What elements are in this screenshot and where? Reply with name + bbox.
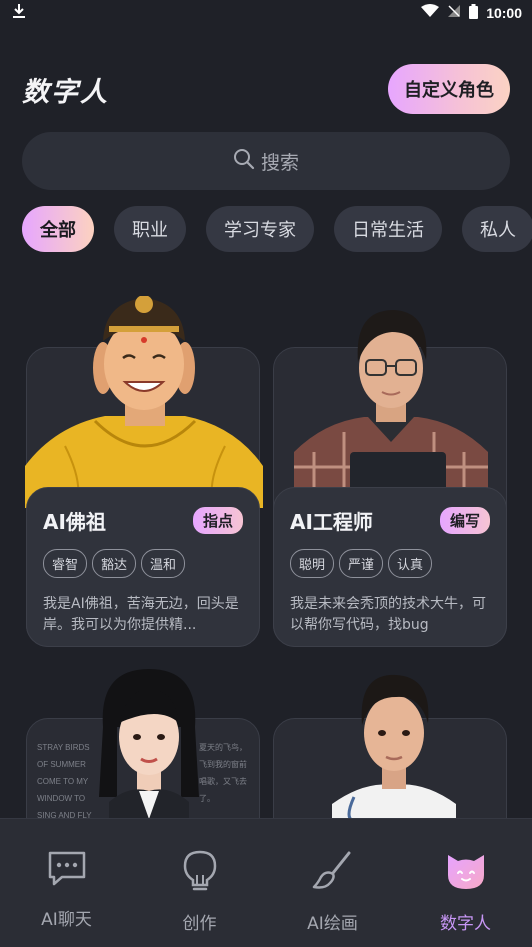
poster-text-left: STRAY BIRDS OF SUMMER COME TO MY WINDOW …	[37, 743, 92, 820]
search-icon	[233, 148, 255, 175]
trait-tag: 豁达	[92, 549, 137, 578]
nav-ai-chat[interactable]: AI聊天	[12, 849, 122, 930]
tab-all[interactable]: 全部	[22, 206, 94, 252]
download-icon	[12, 3, 26, 23]
trait-tag: 聪明	[290, 549, 335, 578]
role-badge: 编写	[439, 507, 490, 534]
nav-create[interactable]: 创作	[145, 849, 255, 934]
tab-daily-life[interactable]: 日常生活	[334, 206, 442, 252]
header: 数字人 自定义角色	[22, 62, 510, 116]
card-name: AI佛祖	[43, 510, 106, 534]
chat-icon	[46, 849, 88, 893]
battery-icon	[469, 3, 479, 23]
digital-human-icon	[444, 849, 488, 897]
card-body: AI佛祖 指点 睿智 豁达 温和 我是AI佛祖，苦海无边，回头是岸。我可以为你提…	[26, 487, 260, 647]
status-bar: 10:00	[0, 0, 532, 26]
card-description: 我是AI佛祖，苦海无边，回头是岸。我可以为你提供精...	[43, 596, 239, 633]
signal-icon	[447, 4, 461, 22]
status-time: 10:00	[486, 5, 522, 21]
man-portrait	[332, 674, 456, 821]
bottom-nav: AI聊天 创作 AI绘画 数字人	[0, 818, 532, 947]
wifi-icon	[421, 4, 440, 22]
engineer-portrait	[294, 310, 488, 492]
category-tabs: 全部 职业 学习专家 日常生活 私人	[22, 206, 532, 252]
nav-label: AI绘画	[307, 914, 358, 934]
nav-digital-human[interactable]: 数字人	[411, 849, 521, 934]
tab-private[interactable]: 私人	[462, 206, 532, 252]
buddha-portrait	[25, 296, 263, 508]
woman-portrait	[99, 669, 199, 819]
nav-label: 数字人	[440, 914, 491, 934]
trait-tag: 温和	[141, 549, 186, 578]
nav-label: 创作	[182, 914, 217, 934]
trait-tag: 严谨	[339, 549, 384, 578]
character-card-buddha[interactable]: AI佛祖 指点 睿智 豁达 温和 我是AI佛祖，苦海无边，回头是岸。我可以为你提…	[25, 296, 263, 647]
trait-list: 睿智 豁达 温和	[43, 549, 243, 578]
card-description: 我是未来会秃顶的技术大牛，可以帮你写代码，找bug	[290, 596, 486, 633]
page-title: 数字人	[22, 76, 109, 108]
custom-character-button[interactable]: 自定义角色	[388, 64, 510, 114]
paintbrush-icon	[311, 849, 355, 897]
card-body: AI工程师 编写 聪明 严谨 认真 我是未来会秃顶的技术大牛，可以帮你写代码，找…	[273, 487, 507, 647]
card-name: AI工程师	[290, 510, 373, 534]
nav-ai-paint[interactable]: AI绘画	[278, 849, 388, 934]
trait-tag: 睿智	[43, 549, 88, 578]
search-placeholder: 搜索	[260, 151, 299, 174]
tab-profession[interactable]: 职业	[114, 206, 186, 252]
trait-list: 聪明 严谨 认真	[290, 549, 490, 578]
trait-tag: 认真	[388, 549, 433, 578]
role-badge: 指点	[192, 507, 243, 534]
tab-study-expert[interactable]: 学习专家	[206, 206, 314, 252]
search-input[interactable]: 搜索	[22, 132, 510, 190]
character-card-engineer[interactable]: AI工程师 编写 聪明 严谨 认真 我是未来会秃顶的技术大牛，可以帮你写代码，找…	[273, 310, 507, 647]
lightbulb-icon	[182, 849, 218, 897]
nav-label: AI聊天	[41, 910, 92, 930]
